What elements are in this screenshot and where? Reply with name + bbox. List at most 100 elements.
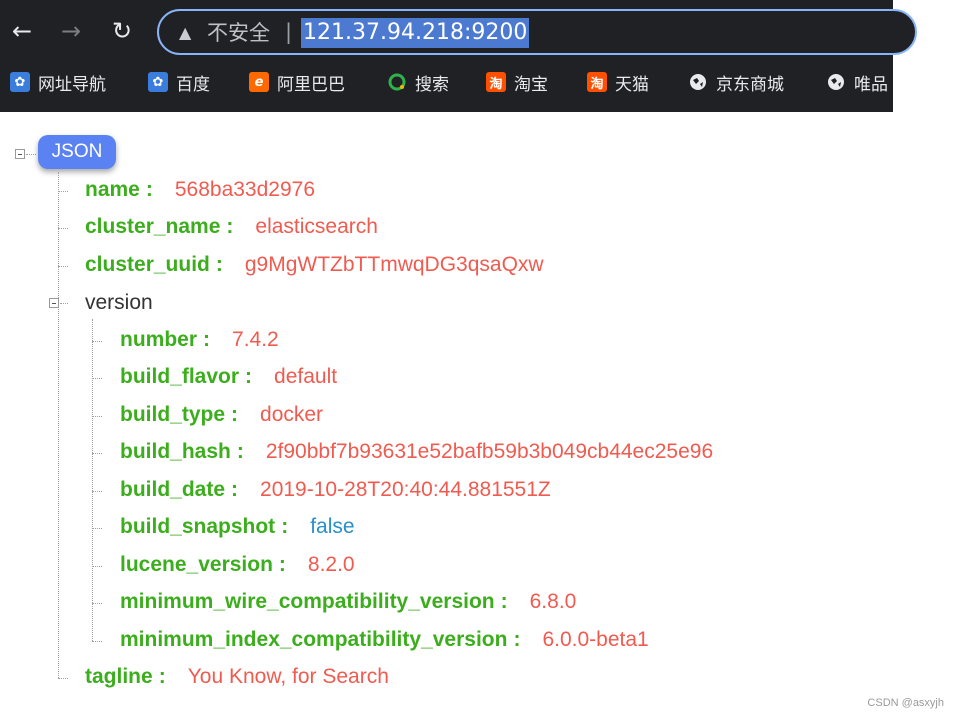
bookmark-tmall[interactable]: 淘 天猫 (587, 70, 649, 95)
json-colon: : (158, 665, 166, 688)
security-label[interactable]: 不安全 (207, 20, 270, 46)
baidu-paw-icon: ✿ (10, 72, 30, 92)
url-text[interactable]: 121.37.94.218:9200 (301, 18, 530, 48)
json-row-cluster-name: cluster_name: elasticsearch (85, 212, 378, 242)
json-tree-view: JSON name:568ba33d2976 cluster_name: elas… (0, 112, 893, 719)
json-key: tagline (85, 665, 153, 688)
json-value: 6.8.0 (529, 590, 577, 613)
tree-connector (58, 266, 68, 267)
json-key: number (120, 328, 198, 351)
bookmark-nav[interactable]: ✿ 网址导航 (10, 70, 106, 95)
forward-button[interactable]: → (55, 14, 87, 48)
json-key: name (85, 178, 140, 201)
json-value: 568ba33d2976 (174, 178, 316, 201)
bookmark-vip[interactable]: 唯品 (826, 70, 888, 95)
arrow-right-icon: → (60, 17, 82, 45)
tree-connector (60, 303, 68, 304)
browser-chrome: ← → ↻ ▲ 不安全 | 121.37.94.218:9200 ✿ 网址导航 … (0, 0, 917, 112)
taobao-icon: 淘 (587, 72, 607, 92)
baidu-paw-icon: ✿ (148, 72, 168, 92)
bookmark-jd[interactable]: 京东商城 (688, 70, 784, 95)
json-row-build-snapshot: build_snapshot: false (120, 512, 355, 542)
json-row-tagline: tagline: You Know, for Search (85, 662, 389, 692)
tree-connector (58, 191, 68, 192)
json-value: 2019-10-28T20:40:44.881551Z (260, 478, 551, 501)
json-value: 2f90bbf7b93631e52bafb59b3b049cb44ec25e96 (265, 440, 714, 463)
tree-guide-line (58, 172, 59, 678)
json-colon: : (203, 328, 211, 351)
arrow-left-icon: ← (11, 17, 33, 45)
json-value: You Know, for Search (187, 665, 389, 688)
json-value: docker (260, 403, 324, 426)
json-row-build-flavor: build_flavor: default (120, 362, 337, 392)
globe-icon (688, 72, 708, 92)
bookmark-label: 网址导航 (38, 74, 106, 95)
tree-connector (58, 228, 68, 229)
json-colon: : (231, 403, 239, 426)
reload-icon: ↻ (111, 17, 133, 45)
tree-connector (92, 416, 102, 417)
bookmark-label: 淘宝 (514, 74, 548, 95)
json-object-label: version (85, 291, 153, 314)
json-row-name: name:568ba33d2976 (85, 175, 315, 205)
bookmark-label: 阿里巴巴 (277, 74, 345, 95)
bookmark-baidu[interactable]: ✿ 百度 (148, 70, 210, 95)
warning-triangle-icon: ▲ (179, 23, 192, 42)
json-key: build_hash (120, 440, 231, 463)
json-row-number: number:7.4.2 (120, 325, 279, 355)
bookmark-taobao[interactable]: 淘 淘宝 (486, 70, 548, 95)
bookmark-label: 百度 (176, 74, 210, 95)
json-value: 8.2.0 (307, 553, 355, 576)
bookmark-label: 京东商城 (716, 74, 784, 95)
json-key: build_date (120, 478, 226, 501)
bookmark-search[interactable]: 搜索 (387, 70, 449, 95)
json-row-min-wire-version: minimum_wire_compatibility_version:6.8.0 (120, 587, 576, 617)
collapse-version-toggle[interactable] (49, 298, 59, 308)
json-key: cluster_name (85, 215, 221, 238)
address-bar[interactable]: ▲ 不安全 | 121.37.94.218:9200 (157, 9, 917, 55)
json-colon: : (226, 215, 234, 238)
json-row-min-index-version: minimum_index_compatibility_version:6.0.… (120, 625, 649, 655)
bookmark-alibaba[interactable]: e 阿里巴巴 (249, 70, 345, 95)
browser-toolbar: ← → ↻ ▲ 不安全 | 121.37.94.218:9200 (0, 0, 917, 62)
tree-connector (58, 678, 68, 679)
tree-connector (92, 641, 102, 642)
json-value: g9MgWTZbTTmwqDG3qsaQxw (244, 253, 544, 276)
json-key: cluster_uuid (85, 253, 210, 276)
tree-guide-line (92, 319, 93, 641)
tree-connector (92, 528, 102, 529)
bookmark-label: 搜索 (415, 74, 449, 95)
json-value: false (310, 515, 355, 538)
json-colon: : (215, 253, 223, 276)
json-colon: : (513, 628, 521, 651)
json-colon: : (145, 178, 153, 201)
json-colon: : (231, 478, 239, 501)
watermark: CSDN @asxyjh (867, 697, 944, 709)
json-row-build-type: build_type: docker (120, 400, 323, 430)
json-colon: : (278, 553, 286, 576)
json-root-badge[interactable]: JSON (38, 135, 116, 169)
json-value: 6.0.0-beta1 (542, 628, 649, 651)
bookmark-label: 唯品 (854, 74, 888, 95)
json-row-cluster-uuid: cluster_uuid: g9MgWTZbTTmwqDG3qsaQxw (85, 250, 544, 280)
tree-connector (92, 341, 102, 342)
collapse-root-toggle[interactable] (15, 149, 25, 159)
tree-connector (92, 491, 102, 492)
reload-button[interactable]: ↻ (106, 14, 138, 48)
globe-icon (826, 72, 846, 92)
back-button[interactable]: ← (6, 14, 38, 48)
json-key: build_snapshot (120, 515, 276, 538)
json-key: build_flavor (120, 365, 240, 388)
json-key: minimum_wire_compatibility_version (120, 590, 495, 613)
json-value: 7.4.2 (232, 328, 279, 351)
json-colon: : (281, 515, 289, 538)
json-key: minimum_index_compatibility_version (120, 628, 508, 651)
json-key: build_type (120, 403, 226, 426)
tree-connector (92, 603, 102, 604)
tree-connector (92, 453, 102, 454)
json-row-lucene-version: lucene_version:8.2.0 (120, 550, 355, 580)
tree-connector (92, 378, 102, 379)
tree-connector (92, 566, 102, 567)
json-row-version[interactable]: version (85, 288, 153, 318)
json-colon: : (245, 365, 253, 388)
